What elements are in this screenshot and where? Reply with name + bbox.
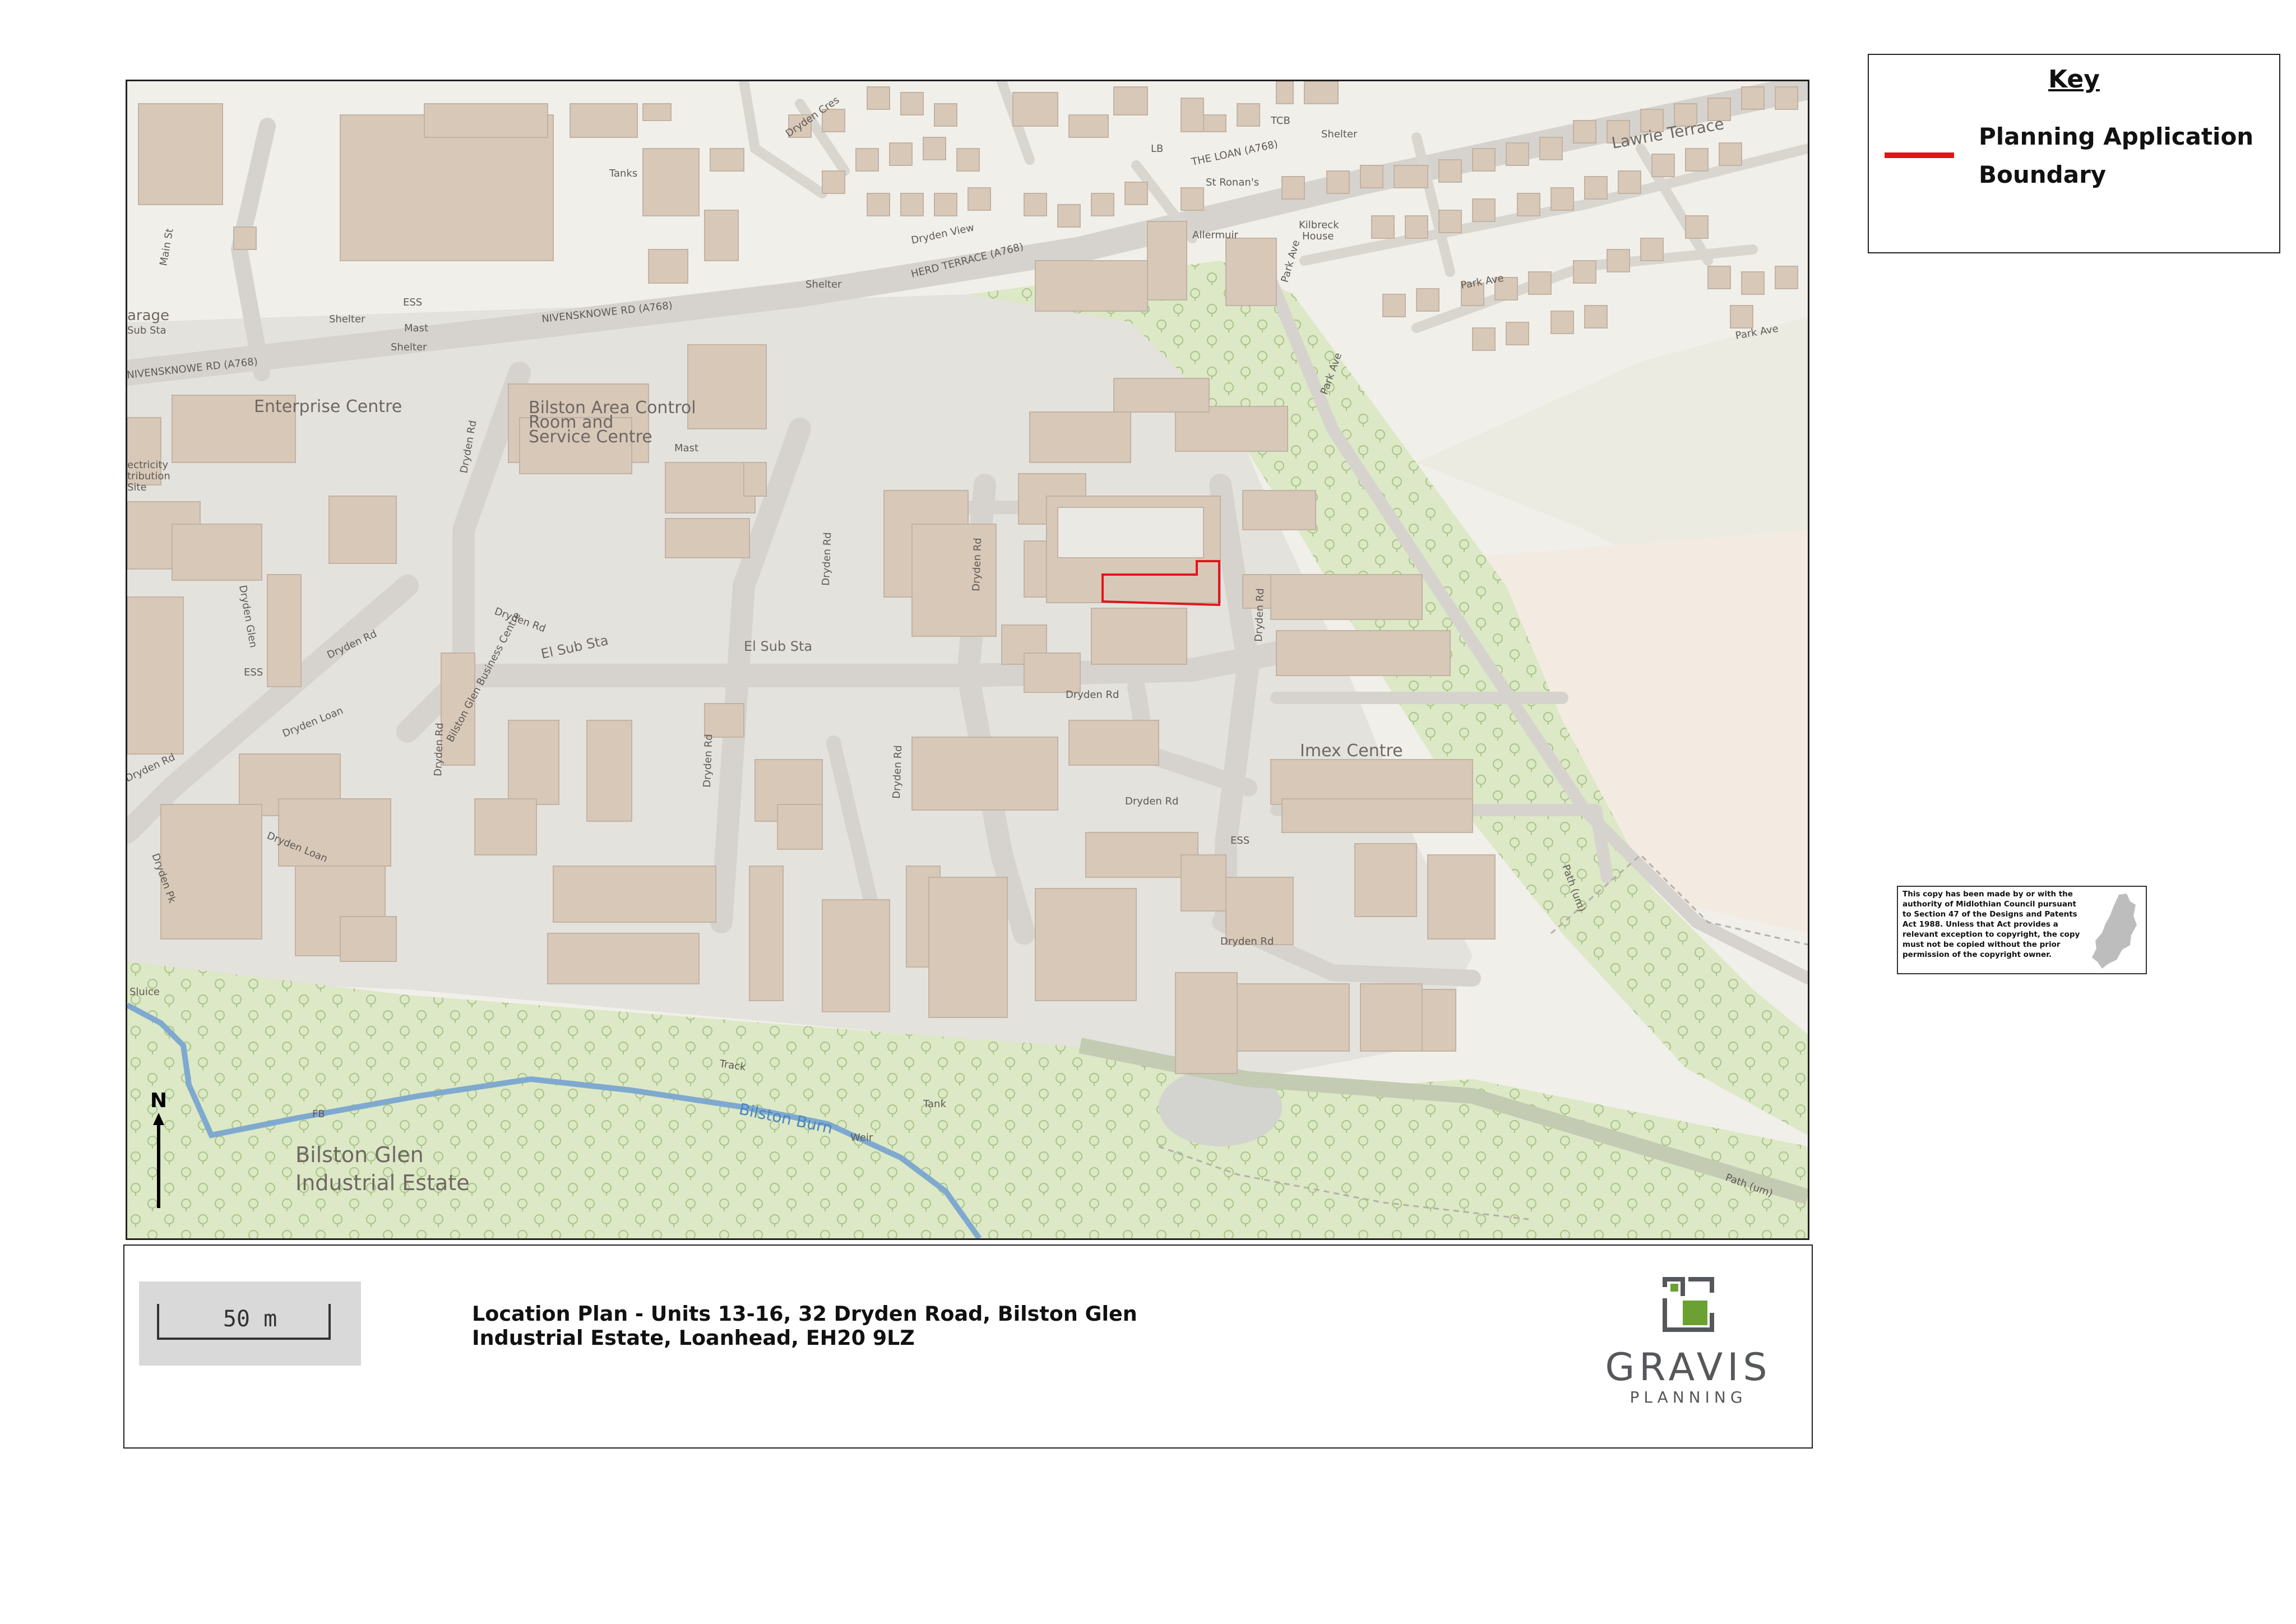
label-tank: Tank	[923, 1098, 946, 1110]
label-dryden-rd-7: Dryden Rd	[1125, 795, 1178, 807]
boundary-line-symbol	[1885, 152, 1954, 158]
label-allermuir: Allermuir	[1192, 229, 1238, 241]
key-item-label: Planning Application Boundary	[1979, 123, 2254, 188]
label-bilston-area-3: Service Centre	[529, 427, 652, 447]
label-tcb: TCB	[1270, 115, 1290, 127]
logo-green-small	[1670, 1284, 1678, 1292]
label-shelter-2: Shelter	[391, 341, 427, 353]
north-label: N	[150, 1089, 167, 1112]
label-sluice: Sluice	[129, 986, 160, 998]
label-ess-2: ESS	[244, 667, 263, 678]
label-weir: Weir	[850, 1132, 873, 1144]
label-shelter-1: Shelter	[329, 313, 365, 325]
label-mast-2: Mast	[674, 442, 698, 454]
key-title: Key	[2048, 65, 2100, 94]
logo-green-square	[1683, 1301, 1707, 1325]
map-key: Key Planning Application Boundary	[1868, 54, 2280, 253]
label-dryden-rd-11: Dryden Rd	[432, 723, 446, 776]
label-tanks: Tanks	[609, 168, 637, 179]
scale-label: 50 m	[223, 1306, 277, 1332]
label-dryden-rd-3: Dryden Rd	[820, 532, 834, 586]
label-garage: arage	[127, 307, 169, 324]
label-bilston-glen-2: Industrial Estate	[295, 1170, 470, 1195]
label-el-sub-sta-2: El Sub Sta	[744, 639, 812, 654]
plan-title: Location Plan - Units 13-16, 32 Dryden R…	[472, 1302, 1137, 1350]
midlothian-outline-icon	[2092, 894, 2137, 969]
label-imex: Imex Centre	[1300, 741, 1403, 761]
label-dryden-rd-5: Dryden Rd	[1253, 588, 1266, 642]
label-bilston-glen-1: Bilston Glen	[295, 1142, 424, 1167]
label-ess-1: ESS	[403, 297, 422, 308]
title-block: 50 m Location Plan - Units 13-16, 32 Dry…	[123, 1244, 1813, 1449]
label-dryden-rd-6: Dryden Rd	[1066, 689, 1119, 701]
copyright-text: This copy has been made by or with the a…	[1902, 890, 2080, 959]
label-fb: FB	[312, 1108, 325, 1120]
label-shelter-3: Shelter	[806, 279, 842, 290]
unit-block-courtyard	[1057, 507, 1204, 558]
label-dryden-rd-10: Dryden Rd	[891, 745, 904, 799]
label-dryden-rd-4: Dryden Rd	[970, 538, 984, 591]
label-electricity-2: tribution	[127, 470, 170, 482]
gravis-planning-logo: GRAVIS PLANNING	[1604, 1268, 1772, 1406]
label-enterprise: Enterprise Centre	[254, 397, 402, 417]
logo-mark-icon	[1663, 1277, 1714, 1332]
logo-word: GRAVIS	[1605, 1345, 1772, 1390]
copyright-notice: This copy has been made by or with the a…	[1897, 886, 2147, 974]
location-map[interactable]: Main St Tanks Dryden Cres Dryden View HE…	[126, 80, 1809, 1240]
label-dryden-rd-8: Dryden Rd	[1220, 936, 1274, 947]
label-mast-1: Mast	[404, 322, 428, 334]
label-ess-3: ESS	[1230, 835, 1249, 846]
label-electricity-3: Site	[127, 482, 147, 493]
label-electricity-1: ectricity	[127, 459, 168, 471]
label-st-ronans: St Ronan's	[1206, 177, 1259, 188]
scale-bar: 50 m	[139, 1281, 361, 1366]
label-lb: LB	[1151, 143, 1163, 155]
label-kilbreck-1: Kilbreck	[1299, 219, 1339, 231]
label-shelter-4: Shelter	[1321, 128, 1358, 140]
logo-sub: PLANNING	[1630, 1388, 1747, 1406]
label-sub-sta: Sub Sta	[127, 325, 166, 336]
label-dryden-rd-9: Dryden Rd	[701, 734, 715, 788]
label-kilbreck-2: House	[1302, 230, 1334, 242]
